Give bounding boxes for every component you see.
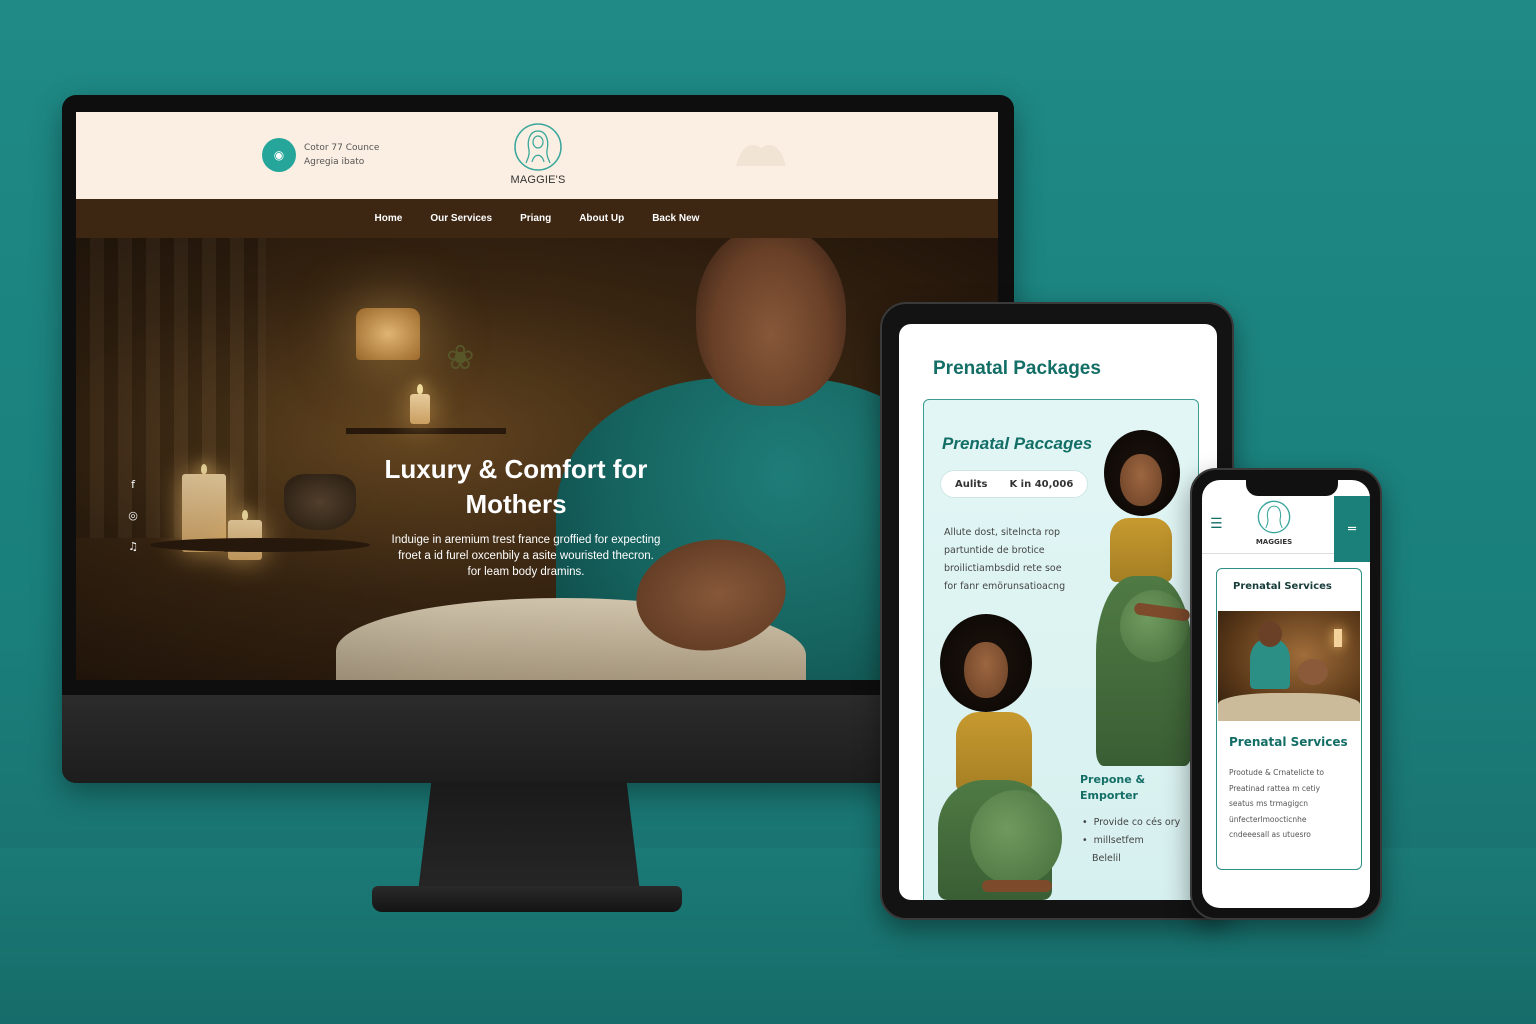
tablet-page-title: Prenatal Packages (933, 358, 1101, 379)
tablet-device: Prenatal Packages Prenatal Paccages Auli… (880, 302, 1234, 920)
hero-section: ❀ f ◎ ♫ Luxury & Comfort for Mothers Ind… (76, 238, 998, 680)
description-line: Preatinad rattea m cetiy (1229, 783, 1321, 793)
hero-title: Luxury & Comfort for Mothers (384, 454, 648, 519)
nav-book-now[interactable]: Back New (652, 213, 699, 224)
phone-device: ☰ MAGGIES ═ Prenatal Services Prenatal S… (1190, 468, 1382, 920)
description-line: partuntide de brotice (944, 545, 1045, 556)
monitor-chin (62, 695, 1014, 783)
pill-label: Aulits (955, 478, 988, 490)
facebook-icon[interactable]: f (126, 478, 140, 491)
watermark-logo-icon (736, 145, 786, 166)
camera-icon: ◉ (262, 138, 296, 172)
social-links: f ◎ ♫ (126, 478, 140, 553)
phone-logo[interactable]: MAGGIES (1252, 500, 1296, 546)
list-item: Belelil (1092, 853, 1121, 864)
header-contact[interactable]: ◉ Cotor 77 Counce Agregia ibato (262, 138, 379, 172)
pill-price: K in 40,006 (1009, 478, 1074, 490)
description-line: seatus ms trmagigcn (1229, 799, 1308, 808)
description-line: ünfecterlmoocticnhe (1229, 814, 1307, 824)
package-card[interactable]: Prenatal Paccages Aulits K in 40,006 All… (923, 399, 1199, 900)
menu-toggle-icon[interactable]: ═ (1334, 496, 1370, 562)
nav-home[interactable]: Home (375, 213, 403, 224)
service-card-title: Prenatal Services (1233, 581, 1332, 592)
service-card-subtitle: Prenatal Services (1229, 735, 1348, 749)
description-line: for fanr emörunsatioacng (944, 581, 1066, 592)
nav-about[interactable]: About Up (579, 213, 624, 224)
list-item: millsetfem (1082, 832, 1180, 850)
menu-icon[interactable]: ☰ (1210, 516, 1223, 532)
instagram-icon[interactable]: ◎ (126, 509, 140, 522)
package-feature-title: Prepone & Emporter (1080, 772, 1145, 804)
monitor-stand (418, 782, 640, 892)
monitor-stand-base (372, 886, 682, 912)
hero-subtitle-line: Induige in aremium trest france groffied… (391, 534, 661, 546)
package-description: Allute dost, sitelncta rop partuntide de… (944, 524, 1068, 596)
hero-subtitle-line: froet a id furel oxcenbily a asite wouri… (398, 550, 654, 562)
tablet-screen: Prenatal Packages Prenatal Paccages Auli… (899, 324, 1217, 900)
logo-text: MAGGIE'S (510, 174, 566, 186)
package-feature-list: Provide co cés ory millsetfem Belelil (1082, 814, 1180, 868)
description-line: Allute dost, sitelncta rop (944, 527, 1061, 538)
package-card-title: Prenatal Paccages (942, 434, 1093, 453)
service-card[interactable]: Prenatal Services Prenatal Services Proo… (1216, 568, 1362, 870)
contact-line-1: Cotor 77 Counce (304, 143, 380, 153)
list-item: Provide co cés ory (1082, 814, 1181, 832)
model-photo (934, 612, 1074, 900)
phone-notch (1246, 480, 1338, 496)
feature-title-line: Emporter (1080, 789, 1138, 802)
site-logo[interactable]: MAGGIE'S (508, 122, 568, 186)
logo-emblem-icon (1257, 500, 1291, 534)
phone-header: ☰ MAGGIES ═ (1202, 496, 1370, 562)
description-line: Prootude & Crnatelicte to (1229, 768, 1325, 777)
contact-line-2: Agregia ibato (304, 157, 365, 167)
package-price-pill[interactable]: Aulits K in 40,006 (940, 470, 1089, 498)
logo-emblem-icon (514, 123, 562, 171)
description-line: cndeeesall as utuesro (1229, 830, 1311, 839)
logo-text: MAGGIES (1255, 538, 1293, 546)
phone-screen: ☰ MAGGIES ═ Prenatal Services Prenatal S… (1202, 480, 1370, 908)
description-line: broilictiambsdid rete soe (944, 563, 1062, 574)
hero-subtitle: Induige in aremium trest france groffied… (346, 532, 706, 580)
nav-our-services[interactable]: Our Services (430, 213, 492, 224)
desktop-monitor: ◉ Cotor 77 Counce Agregia ibato MAGGIE'S (62, 95, 1014, 783)
main-nav: Home Our Services Priang About Up Back N… (76, 199, 998, 238)
desktop-screen: ◉ Cotor 77 Counce Agregia ibato MAGGIE'S (76, 112, 998, 680)
service-card-image (1218, 611, 1360, 721)
service-card-description: Prootude & Crnatelicte to Preatinad ratt… (1229, 765, 1353, 843)
hero-subtitle-line: for leam body dramins. (467, 566, 585, 578)
tiktok-icon[interactable]: ♫ (126, 540, 140, 553)
model-photo (1084, 430, 1204, 766)
feature-title-line: Prepone & (1080, 773, 1146, 786)
site-header: ◉ Cotor 77 Counce Agregia ibato MAGGIE'S (76, 112, 998, 199)
nav-pricing[interactable]: Priang (520, 213, 551, 224)
